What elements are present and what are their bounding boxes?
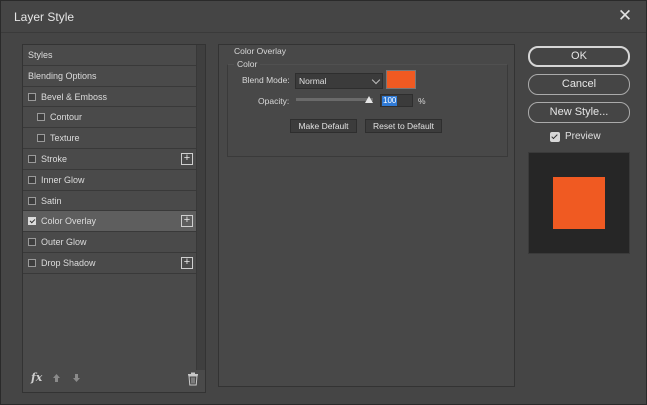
style-item-stroke[interactable]: Stroke + xyxy=(23,149,197,170)
style-item-label: Bevel & Emboss xyxy=(41,91,108,102)
style-checkbox[interactable] xyxy=(28,258,36,267)
preview-label: Preview xyxy=(565,131,601,142)
style-checkbox[interactable] xyxy=(28,92,36,101)
style-item-label: Inner Glow xyxy=(41,174,85,185)
opacity-value: 100 xyxy=(382,96,398,106)
style-checkbox[interactable] xyxy=(28,196,36,205)
dialog-title: Layer Style xyxy=(14,10,75,24)
preview-checkbox[interactable] xyxy=(550,132,560,142)
blend-mode-select[interactable]: Normal xyxy=(295,73,383,89)
style-item-contour[interactable]: Contour xyxy=(23,107,197,129)
opacity-slider[interactable] xyxy=(296,98,373,101)
trash-icon[interactable] xyxy=(187,372,199,386)
overlay-color-swatch[interactable] xyxy=(386,70,416,89)
style-item-label: Contour xyxy=(50,112,83,123)
title-bar: Layer Style ✕ xyxy=(1,1,646,33)
arrow-up-icon[interactable] xyxy=(52,373,61,386)
style-item-styles[interactable]: Styles xyxy=(23,45,197,66)
style-item-bevel-emboss[interactable]: Bevel & Emboss xyxy=(23,87,197,108)
style-checkbox[interactable] xyxy=(28,217,36,226)
style-checkbox[interactable] xyxy=(28,154,36,163)
style-item-label: Styles xyxy=(28,50,53,60)
style-item-outer-glow[interactable]: Outer Glow xyxy=(23,232,197,253)
style-item-texture[interactable]: Texture xyxy=(23,128,197,149)
style-item-label: Drop Shadow xyxy=(41,257,96,268)
style-item-label: Blending Options xyxy=(28,70,97,81)
style-item-label: Outer Glow xyxy=(41,237,87,248)
styles-list: Styles Blending Options Bevel & Emboss Cont… xyxy=(23,45,197,274)
close-icon[interactable]: ✕ xyxy=(616,7,634,25)
style-checkbox[interactable] xyxy=(28,175,36,184)
preview-thumbnail xyxy=(528,152,630,254)
blend-mode-value: Normal xyxy=(299,76,327,86)
styles-panel: Styles Blending Options Bevel & Emboss Cont… xyxy=(22,44,206,393)
add-effect-icon[interactable]: + xyxy=(181,256,193,269)
blend-mode-label: Blend Mode: xyxy=(242,75,290,85)
ok-button[interactable]: OK xyxy=(528,46,630,67)
fx-button[interactable]: fx xyxy=(31,371,42,384)
style-item-inner-glow[interactable]: Inner Glow xyxy=(23,170,197,191)
color-overlay-title: Color Overlay xyxy=(234,46,286,56)
style-item-label: Texture xyxy=(50,133,80,144)
style-item-label: Satin xyxy=(41,195,62,206)
style-checkbox[interactable] xyxy=(37,113,45,122)
style-item-label: Stroke xyxy=(41,153,68,164)
new-style-button[interactable]: New Style... xyxy=(528,102,630,123)
opacity-input[interactable]: 100 xyxy=(380,94,413,107)
style-item-satin[interactable]: Satin xyxy=(23,191,197,212)
make-default-button[interactable]: Make Default xyxy=(290,119,357,133)
preview-swatch xyxy=(553,177,605,229)
styles-footer: fx xyxy=(23,368,205,392)
layer-style-dialog: Layer Style ✕ Styles Blending Options Beve… xyxy=(0,0,647,405)
styles-scrollbar[interactable] xyxy=(196,45,205,370)
style-item-drop-shadow[interactable]: Drop Shadow + xyxy=(23,253,197,274)
chevron-down-icon xyxy=(371,75,381,85)
color-group-title: Color xyxy=(234,59,261,69)
arrow-down-icon[interactable] xyxy=(72,373,81,386)
cancel-button[interactable]: Cancel xyxy=(528,74,630,95)
add-effect-icon[interactable]: + xyxy=(181,152,193,165)
style-item-label: Color Overlay xyxy=(41,216,97,227)
style-item-blending-options[interactable]: Blending Options xyxy=(23,66,197,87)
reset-to-default-button[interactable]: Reset to Default xyxy=(365,119,442,133)
opacity-label: Opacity: xyxy=(258,96,290,106)
style-checkbox[interactable] xyxy=(37,134,45,143)
add-effect-icon[interactable]: + xyxy=(181,215,193,228)
opacity-unit: % xyxy=(418,96,426,106)
opacity-slider-handle[interactable] xyxy=(365,96,373,103)
style-checkbox[interactable] xyxy=(28,238,36,247)
style-item-color-overlay[interactable]: Color Overlay + xyxy=(23,211,197,233)
